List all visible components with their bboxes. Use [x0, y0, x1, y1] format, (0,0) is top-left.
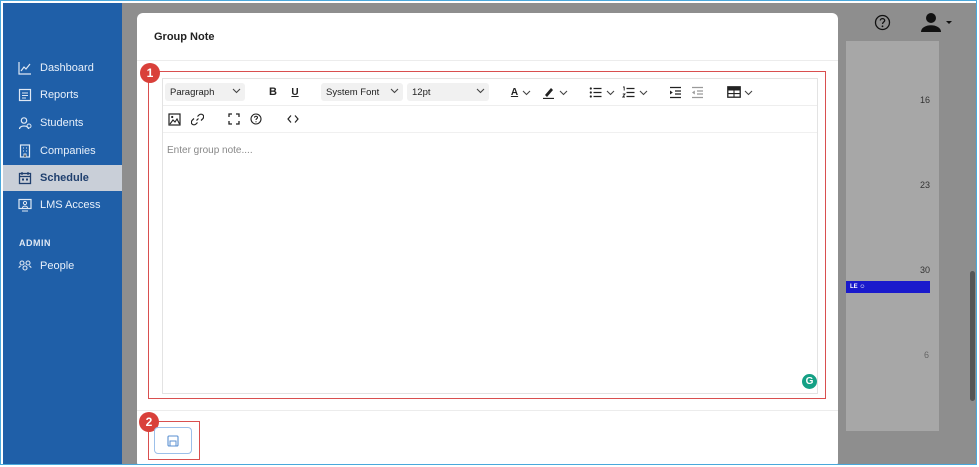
sidebar-item-label: Reports — [40, 89, 79, 101]
font-size-select[interactable]: 12pt — [407, 83, 489, 101]
students-icon — [17, 115, 33, 131]
select-value: System Font — [326, 86, 380, 98]
image-icon — [167, 112, 181, 126]
numbered-list-icon — [622, 86, 635, 97]
page-scrollbar[interactable] — [970, 271, 975, 401]
chevron-down-icon — [232, 86, 241, 98]
editor-toolbar-row — [163, 106, 817, 132]
chevron-down-icon — [559, 90, 568, 95]
calendar-day: 6 — [924, 350, 930, 360]
building-icon — [17, 143, 33, 159]
insert-image-button[interactable] — [166, 110, 182, 128]
underline-button[interactable]: U — [287, 83, 303, 101]
editor-help-button[interactable] — [248, 110, 264, 128]
user-menu-button[interactable] — [919, 12, 953, 39]
block-format-select[interactable]: Paragraph — [165, 83, 245, 101]
sidebar: Dashboard Reports Students Companies Sch… — [3, 3, 122, 464]
sidebar-item-label: Dashboard — [40, 62, 94, 74]
calendar-event[interactable]: LE ☺ — [846, 281, 930, 293]
text-color-button[interactable]: A — [507, 83, 535, 101]
dialog-title: Group Note — [154, 31, 215, 43]
font-family-select[interactable]: System Font — [321, 83, 403, 101]
divider — [137, 410, 838, 411]
table-button[interactable] — [726, 83, 754, 101]
app-window: Dashboard Reports Students Companies Sch… — [0, 0, 977, 465]
report-icon — [17, 87, 33, 103]
calendar-day: 16 — [920, 95, 931, 105]
chart-line-icon — [17, 60, 33, 76]
sidebar-item-label: Schedule — [40, 172, 89, 184]
sidebar-item-label: People — [40, 260, 75, 272]
calendar-day: 23 — [920, 180, 931, 190]
chevron-down-icon — [476, 86, 485, 98]
chevron-down-icon — [606, 90, 615, 95]
outdent-button[interactable] — [689, 83, 705, 101]
code-icon — [287, 115, 299, 123]
bold-button[interactable]: B — [265, 83, 281, 101]
sidebar-item-people[interactable]: People — [3, 253, 122, 279]
sidebar-item-label: Companies — [40, 145, 96, 157]
chevron-down-icon — [744, 90, 753, 95]
outdent-icon — [691, 86, 703, 98]
calendar-day: 30 — [920, 265, 931, 275]
insert-link-button[interactable] — [189, 110, 205, 128]
link-icon — [190, 113, 204, 125]
grammarly-icon[interactable]: G — [802, 374, 817, 389]
chevron-down-icon — [639, 90, 648, 95]
editor-content-area[interactable]: Enter group note.... G — [163, 133, 817, 393]
sidebar-item-lms-access[interactable]: LMS Access — [3, 192, 122, 218]
people-icon — [17, 258, 33, 274]
save-icon — [167, 434, 179, 447]
fullscreen-icon — [228, 113, 240, 125]
numbered-list-button[interactable] — [620, 83, 650, 101]
indent-button[interactable] — [667, 83, 683, 101]
sidebar-item-students[interactable]: Students — [3, 110, 122, 136]
sidebar-item-label: Students — [40, 117, 84, 129]
rich-text-editor: Paragraph B U System Font 12pt A Enter g… — [162, 78, 818, 394]
table-icon — [727, 86, 741, 98]
save-button[interactable] — [154, 427, 192, 454]
highlighter-icon — [543, 87, 554, 99]
chevron-down-icon — [522, 90, 531, 95]
source-code-button[interactable] — [285, 110, 301, 128]
admin-section-label: ADMIN — [19, 238, 51, 248]
editor-placeholder: Enter group note.... — [167, 145, 253, 156]
fullscreen-button[interactable] — [226, 110, 242, 128]
calendar-icon — [17, 170, 33, 186]
help-icon — [250, 113, 262, 125]
monitor-user-icon — [17, 197, 33, 213]
bullet-list-button[interactable] — [588, 83, 616, 101]
help-icon[interactable] — [874, 14, 891, 36]
select-value: 12pt — [412, 86, 431, 98]
indent-icon — [669, 86, 681, 98]
chevron-down-icon — [390, 86, 399, 98]
event-label: LE — [850, 284, 858, 290]
sidebar-item-companies[interactable]: Companies — [3, 138, 122, 164]
sidebar-item-schedule[interactable]: Schedule — [3, 165, 122, 191]
sidebar-item-dashboard[interactable]: Dashboard — [3, 55, 122, 81]
callout-number: 1 — [140, 63, 160, 83]
select-value: Paragraph — [170, 86, 215, 98]
sidebar-item-label: LMS Access — [40, 199, 101, 211]
bullet-list-icon — [589, 86, 602, 98]
highlight-color-button[interactable] — [540, 83, 570, 101]
editor-toolbar-row: Paragraph B U System Font 12pt A — [163, 79, 817, 105]
divider — [137, 60, 838, 61]
text-color-icon: A — [510, 86, 519, 98]
sidebar-item-reports[interactable]: Reports — [3, 82, 122, 108]
